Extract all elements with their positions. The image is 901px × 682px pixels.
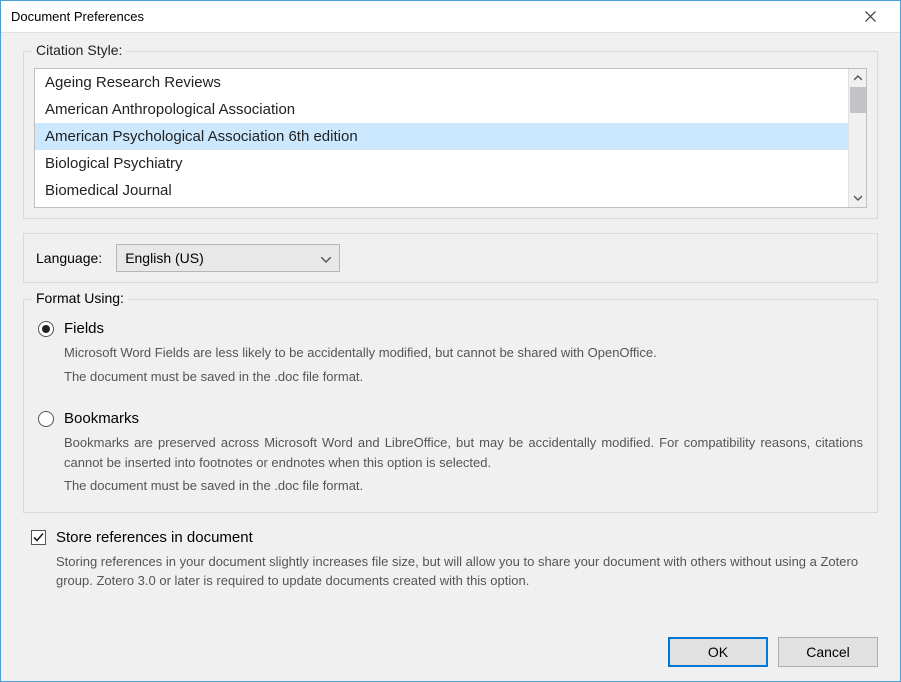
cancel-button[interactable]: Cancel — [778, 637, 878, 667]
radio-label: Bookmarks — [64, 410, 139, 427]
window-title: Document Preferences — [11, 9, 850, 24]
dialog-content: Citation Style: Ageing Research Reviews … — [1, 33, 900, 681]
citation-item[interactable]: American Anthropological Association — [35, 96, 848, 123]
language-label: Language: — [36, 250, 102, 266]
close-button[interactable] — [850, 2, 890, 32]
chevron-up-icon — [854, 75, 862, 81]
language-value: English (US) — [125, 250, 204, 266]
citation-item[interactable]: Biomedical Journal — [35, 177, 848, 204]
fields-desc-1: Microsoft Word Fields are less likely to… — [64, 343, 863, 363]
radio-bookmarks[interactable]: Bookmarks — [38, 410, 863, 427]
format-using-group: Format Using: Fields Microsoft Word Fiel… — [23, 299, 878, 513]
citation-style-group: Citation Style: Ageing Research Reviews … — [23, 51, 878, 219]
button-row: OK Cancel — [23, 625, 878, 667]
citation-item[interactable]: American Psychological Association 6th e… — [35, 123, 848, 150]
scroll-thumb[interactable] — [850, 87, 866, 113]
radio-dot-icon — [42, 325, 50, 333]
citation-item[interactable]: Ageing Research Reviews — [35, 69, 848, 96]
chevron-down-icon — [321, 250, 331, 266]
scrollbar[interactable] — [848, 69, 866, 207]
titlebar: Document Preferences — [1, 1, 900, 33]
checkbox — [31, 530, 46, 545]
format-legend: Format Using: — [32, 290, 128, 306]
chevron-down-icon — [854, 195, 862, 201]
language-row: Language: English (US) — [23, 233, 878, 283]
scroll-up-button[interactable] — [849, 69, 867, 87]
store-label: Store references in document — [56, 529, 253, 546]
radio-fields[interactable]: Fields — [38, 320, 863, 337]
bookmarks-desc-2: The document must be saved in the .doc f… — [64, 476, 863, 496]
store-references-checkbox-row[interactable]: Store references in document — [31, 529, 878, 546]
citation-style-listbox[interactable]: Ageing Research Reviews American Anthrop… — [34, 68, 867, 208]
spacer — [38, 390, 863, 404]
radio-button — [38, 411, 54, 427]
close-icon — [865, 11, 876, 22]
citation-style-legend: Citation Style: — [32, 42, 126, 58]
fields-desc-2: The document must be saved in the .doc f… — [64, 367, 863, 387]
radio-label: Fields — [64, 320, 104, 337]
scroll-down-button[interactable] — [849, 189, 867, 207]
citation-items-container: Ageing Research Reviews American Anthrop… — [35, 69, 848, 207]
ok-button[interactable]: OK — [668, 637, 768, 667]
store-desc: Storing references in your document slig… — [56, 552, 860, 591]
radio-button — [38, 321, 54, 337]
dialog-window: Document Preferences Citation Style: Age… — [0, 0, 901, 682]
checkmark-icon — [33, 532, 44, 543]
bookmarks-desc-1: Bookmarks are preserved across Microsoft… — [64, 433, 863, 472]
citation-item[interactable]: Biological Psychiatry — [35, 150, 848, 177]
language-select[interactable]: English (US) — [116, 244, 340, 272]
